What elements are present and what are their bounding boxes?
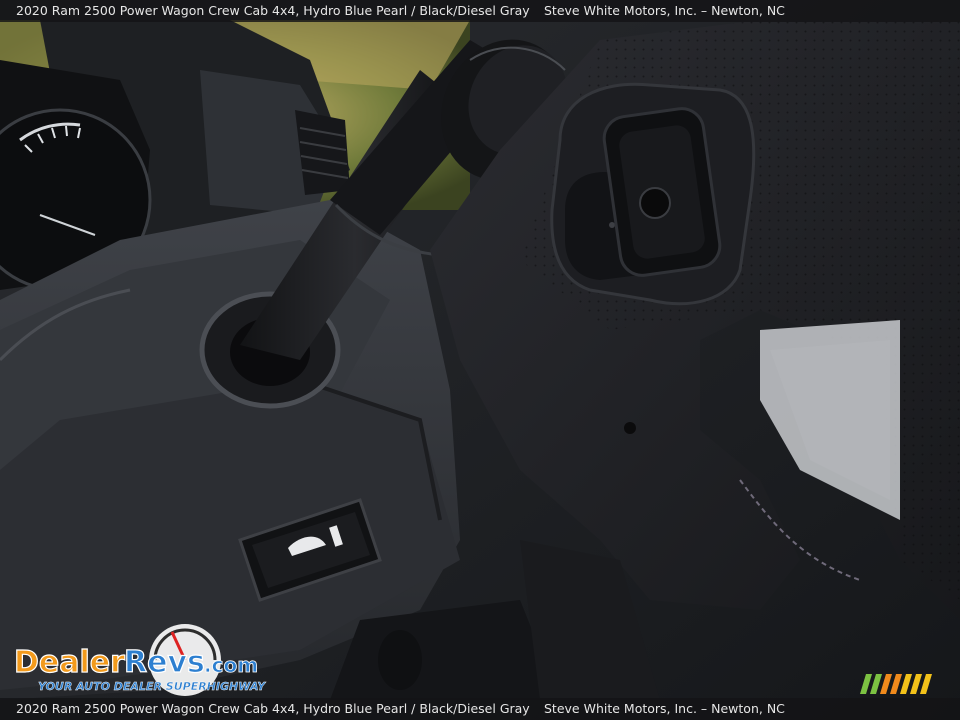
bottom-caption-bar: 2020 Ram 2500 Power Wagon Crew Cab 4x4, … — [0, 698, 960, 720]
photo-frame: Dealer Revs .com YOUR AUTO DEALER SUPERH… — [0, 0, 960, 720]
vehicle-caption: 2020 Ram 2500 Power Wagon Crew Cab 4x4, … — [16, 3, 530, 18]
top-caption-bar: 2020 Ram 2500 Power Wagon Crew Cab 4x4, … — [0, 0, 960, 22]
wheel-control-pod — [550, 82, 756, 306]
svg-text:Dealer: Dealer — [14, 645, 125, 680]
steering-column-photo: Dealer Revs .com YOUR AUTO DEALER SUPERH… — [0, 0, 960, 720]
dealer-caption: Steve White Motors, Inc. – Newton, NC — [544, 3, 785, 18]
svg-text:Revs: Revs — [124, 645, 205, 680]
svg-text:YOUR AUTO DEALER SUPERHIGHWAY: YOUR AUTO DEALER SUPERHIGHWAY — [38, 680, 266, 693]
vehicle-caption-bottom: 2020 Ram 2500 Power Wagon Crew Cab 4x4, … — [16, 701, 530, 716]
svg-text:.com: .com — [204, 653, 258, 677]
dealer-caption-bottom: Steve White Motors, Inc. – Newton, NC — [544, 701, 785, 716]
